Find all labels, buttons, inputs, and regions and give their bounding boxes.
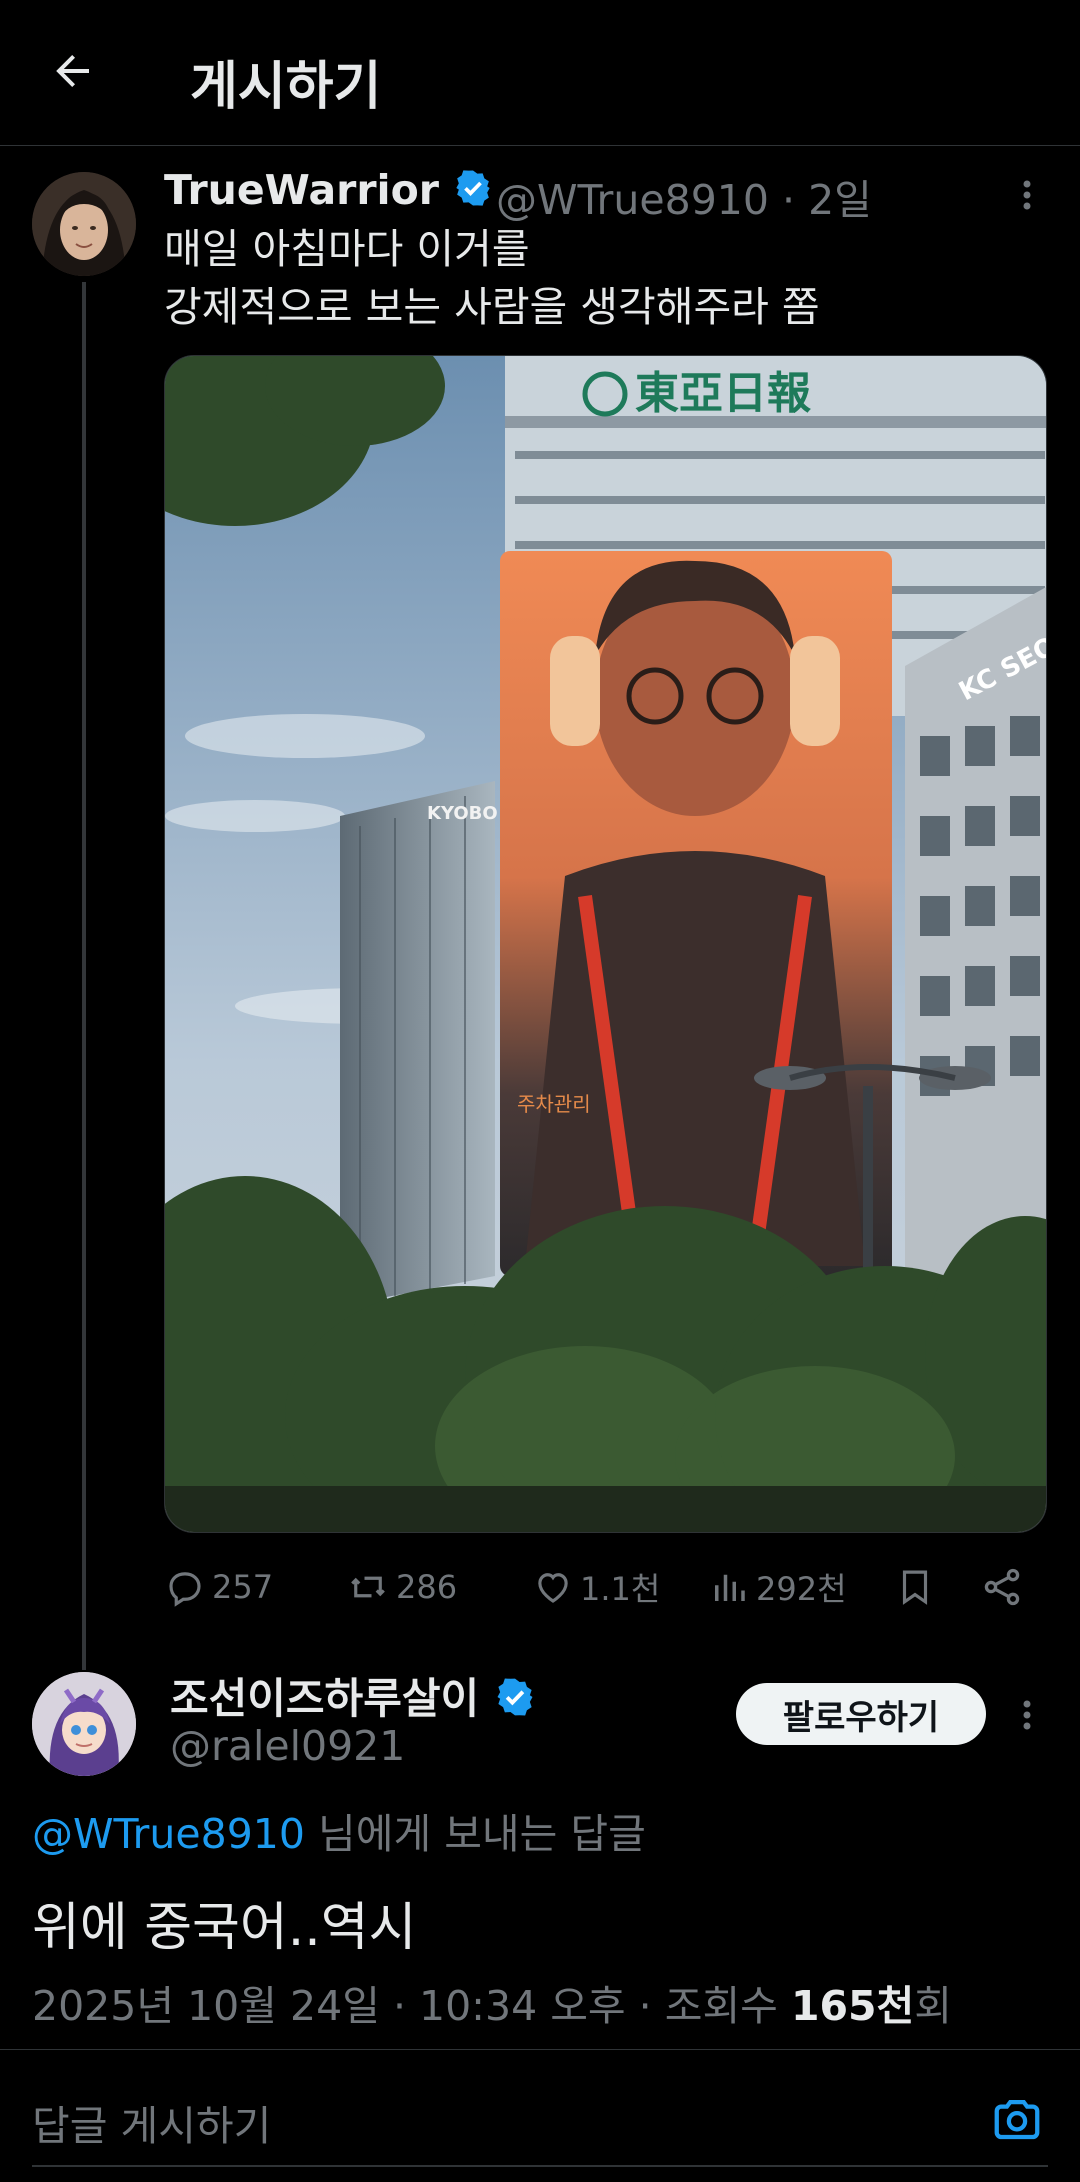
follow-button[interactable]: 팔로우하기 bbox=[736, 1683, 986, 1745]
top-bar: 게시하기 bbox=[0, 0, 1080, 146]
divider bbox=[0, 2049, 1080, 2050]
author-name[interactable]: 조선이즈하루살이 bbox=[170, 1665, 536, 1728]
reply-input[interactable]: 답글 게시하기 bbox=[32, 2092, 271, 2152]
share-icon bbox=[984, 1568, 1020, 1606]
avatar[interactable] bbox=[32, 172, 136, 276]
reply-icon bbox=[169, 1572, 201, 1607]
verified-badge-icon bbox=[453, 168, 493, 218]
author-handle[interactable]: @WTrue8910 · 2일 bbox=[496, 166, 872, 226]
tweet-action-bar: 257 286 1.1천 292천 bbox=[164, 1562, 1047, 1612]
heart-icon bbox=[538, 1573, 568, 1603]
author-handle[interactable]: @ralel0921 bbox=[170, 1722, 405, 1770]
mention-link[interactable]: @WTrue8910 bbox=[32, 1810, 305, 1858]
more-options-icon[interactable] bbox=[1012, 170, 1042, 220]
like-button[interactable]: 1.1천 bbox=[532, 1562, 660, 1612]
verified-badge-icon bbox=[494, 1676, 536, 1728]
back-arrow-icon[interactable] bbox=[40, 38, 106, 104]
view-count: 165천 bbox=[790, 1982, 915, 2030]
billboard-caption-text: 주차관리 bbox=[517, 1092, 591, 1116]
author-name[interactable]: TrueWarrior bbox=[164, 166, 493, 218]
camera-icon[interactable] bbox=[990, 2092, 1044, 2146]
tweet-text: 매일 아침마다 이거를 강제적으로 보는 사람을 생각해주라 쫌 bbox=[164, 225, 820, 331]
composer-underline bbox=[32, 2165, 1048, 2167]
view-count: 292천 bbox=[756, 1570, 847, 1608]
more-options-icon[interactable] bbox=[1012, 1690, 1042, 1740]
reply-count: 257 bbox=[212, 1568, 274, 1606]
retweet-count: 286 bbox=[396, 1568, 458, 1606]
building-sign-text: 東亞日報 bbox=[635, 368, 811, 419]
tweet-photo[interactable]: 東亞日報 KYOBO KC SEOUL 주차관리 bbox=[164, 355, 1047, 1533]
tweet-text: 위에 중국어..역시 bbox=[32, 1898, 417, 1958]
analytics-bars-icon bbox=[715, 1574, 745, 1601]
retweet-icon bbox=[351, 1576, 385, 1598]
like-count: 1.1천 bbox=[580, 1570, 661, 1608]
reply-button[interactable]: 257 bbox=[164, 1562, 273, 1612]
replying-to-label: @WTrue8910 님에게 보내는 답글 bbox=[32, 1810, 646, 1858]
bookmark-icon bbox=[902, 1570, 928, 1605]
bookmark-button[interactable] bbox=[894, 1562, 942, 1612]
avatar[interactable] bbox=[32, 1672, 136, 1776]
share-button[interactable] bbox=[980, 1562, 1030, 1612]
kyobo-sign-text: KYOBO bbox=[427, 803, 498, 824]
page-title: 게시하기 bbox=[190, 57, 382, 117]
thread-connector-line bbox=[82, 282, 86, 1670]
views-button[interactable]: 292천 bbox=[708, 1562, 847, 1612]
tweet-metadata: 2025년 10월 24일 · 10:34 오후 · 조회수 165천회 bbox=[32, 1982, 952, 2030]
retweet-button[interactable]: 286 bbox=[346, 1562, 457, 1612]
